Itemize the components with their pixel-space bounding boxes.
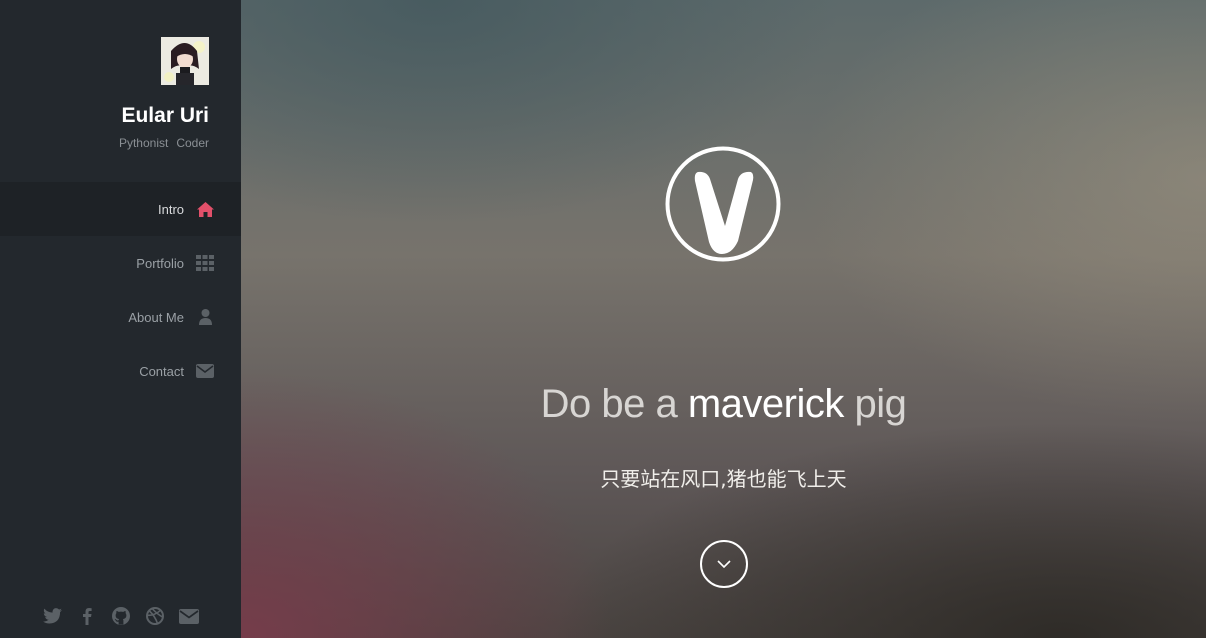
hero-subline: 只要站在风口,猪也能飞上天 bbox=[600, 467, 847, 491]
twitter-icon[interactable] bbox=[43, 606, 63, 626]
dribbble-icon[interactable] bbox=[145, 606, 165, 626]
email-icon[interactable] bbox=[178, 606, 199, 626]
envelope-icon bbox=[196, 362, 214, 380]
v-logo-icon bbox=[665, 146, 781, 262]
chevron-down-icon bbox=[717, 555, 731, 573]
scroll-down-button[interactable] bbox=[700, 540, 748, 588]
tag-pythonist: Pythonist bbox=[118, 136, 169, 150]
sidebar-nav: Intro Portfolio About Me Contact bbox=[0, 182, 241, 398]
headline-part-3: pig bbox=[843, 382, 907, 426]
headline-part-1: Do be a bbox=[540, 382, 688, 426]
social-links bbox=[0, 606, 241, 626]
github-icon[interactable] bbox=[111, 606, 131, 626]
nav-item-label: Intro bbox=[157, 201, 184, 217]
home-icon bbox=[196, 200, 214, 218]
nav-item-contact[interactable]: Contact bbox=[0, 344, 241, 398]
user-icon bbox=[196, 308, 214, 326]
nav-item-label: Contact bbox=[139, 363, 184, 379]
avatar[interactable] bbox=[161, 37, 209, 85]
profile-name: Eular Uri bbox=[121, 104, 209, 127]
profile-tagline: Pythonist Coder bbox=[119, 136, 209, 150]
nav-item-portfolio[interactable]: Portfolio bbox=[0, 236, 241, 290]
sidebar: Eular Uri Pythonist Coder Intro Portfolio… bbox=[0, 0, 241, 638]
profile: Eular Uri Pythonist Coder bbox=[119, 37, 209, 150]
tag-coder: Coder bbox=[176, 136, 209, 150]
nav-item-label: About Me bbox=[128, 309, 184, 325]
nav-item-about[interactable]: About Me bbox=[0, 290, 241, 344]
headline-part-2: maverick bbox=[687, 382, 845, 426]
facebook-icon[interactable] bbox=[77, 606, 97, 626]
hero: Do be a maverick pig 只要站在风口,猪也能飞上天 bbox=[241, 0, 1206, 638]
nav-item-label: Portfolio bbox=[136, 255, 184, 271]
hero-headline: Do be a maverick pig bbox=[241, 382, 1206, 427]
grid-icon bbox=[196, 254, 214, 272]
nav-item-intro[interactable]: Intro bbox=[0, 182, 241, 236]
